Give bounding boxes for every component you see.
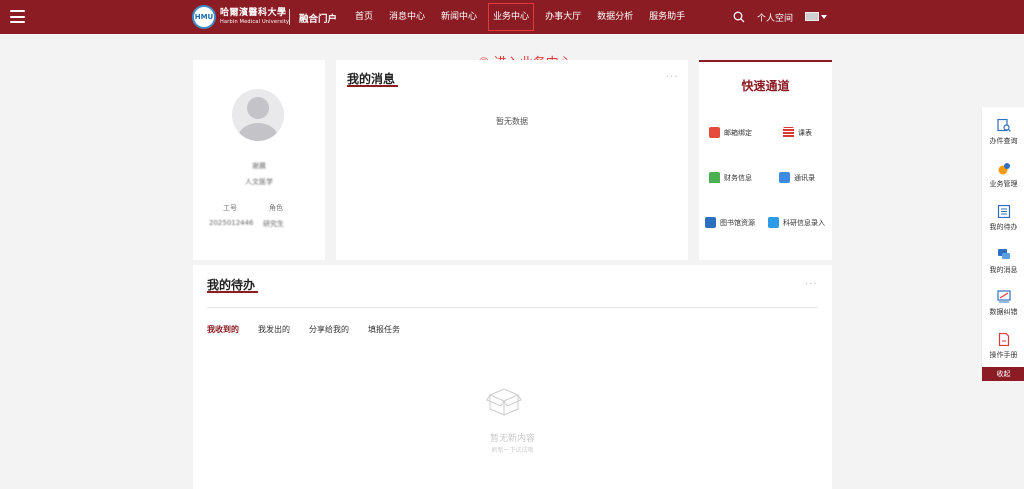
language-switcher[interactable] xyxy=(805,12,827,21)
chevron-down-icon xyxy=(821,14,827,19)
todo-tabs: 我收到的 我发出的 分享给我的 填报任务 xyxy=(207,324,419,335)
dock-item-my-todo[interactable]: 我的待办 xyxy=(982,205,1024,232)
empty-state-title: 暂无新内容 xyxy=(489,434,535,444)
nav-home[interactable]: 首页 xyxy=(347,0,381,34)
manual-icon xyxy=(998,333,1009,346)
title-underline xyxy=(347,85,398,87)
university-logo[interactable]: HMU 哈爾濱醫科大學 Harbin Medical University xyxy=(192,5,289,29)
business-management-icon xyxy=(998,163,1010,175)
more-icon[interactable]: ··· xyxy=(805,279,818,290)
role-label: 角色 xyxy=(269,204,283,212)
hamburger-menu-icon[interactable] xyxy=(10,10,25,23)
dock-item-my-messages[interactable]: 我的消息 xyxy=(982,248,1024,275)
profile-card: 谢晨 人文医学 工号 角色 2025012446 研究生 xyxy=(193,60,325,260)
empty-state-hint: 刷新一下试试哦 xyxy=(491,447,534,454)
library-icon xyxy=(705,217,716,228)
finance-icon xyxy=(709,172,720,183)
tab-shared-with-me[interactable]: 分享给我的 xyxy=(309,324,349,335)
nav-service-assistant[interactable]: 服务助手 xyxy=(641,0,693,34)
portal-title: 融合门户 xyxy=(299,14,338,25)
quick-access-title: 快速通道 xyxy=(741,79,790,93)
quick-item-library[interactable]: 图书馆资源 xyxy=(705,217,755,228)
section-divider xyxy=(207,307,818,308)
user-name: 谢晨 xyxy=(252,162,266,170)
tab-received[interactable]: 我收到的 xyxy=(207,324,239,335)
tab-sent[interactable]: 我发出的 xyxy=(258,324,290,335)
staff-id-value: 2025012446 xyxy=(209,219,254,227)
quick-item-finance[interactable]: 财务信息 xyxy=(709,172,752,183)
calendar-icon xyxy=(768,217,779,228)
search-icon[interactable] xyxy=(733,11,745,23)
dock-item-data-correction[interactable]: 数据纠错 xyxy=(982,290,1024,317)
avatar[interactable] xyxy=(232,89,284,141)
right-side-dock: 办件查询 业务管理 我的待办 我的消息 数据纠错 操作手册 收起 xyxy=(981,107,1024,381)
nav-service-hall[interactable]: 办事大厅 xyxy=(537,0,589,34)
contacts-icon xyxy=(779,172,790,183)
flag-icon xyxy=(805,12,819,21)
edit-data-icon xyxy=(996,290,1011,303)
quick-item-timetable[interactable]: 课表 xyxy=(783,127,812,138)
user-department: 人文医学 xyxy=(245,178,273,186)
nav-business-center[interactable]: 业务中心 xyxy=(485,0,537,34)
my-todo-card: 我的待办 ··· 我收到的 我发出的 分享给我的 填报任务 暂无新内容 刷新一下… xyxy=(193,265,832,489)
nav-message-center[interactable]: 消息中心 xyxy=(381,0,433,34)
tab-report-tasks[interactable]: 填报任务 xyxy=(368,324,400,335)
empty-state-text: 暂无数据 xyxy=(496,117,528,126)
timetable-icon xyxy=(783,127,794,138)
logo-english-name: Harbin Medical University xyxy=(220,19,290,25)
logo-chinese-name: 哈爾濱醫科大學 xyxy=(220,8,287,18)
chat-icon xyxy=(997,249,1010,259)
logo-emblem: HMU xyxy=(192,5,216,29)
title-underline xyxy=(207,291,258,293)
mailbox-icon xyxy=(709,127,720,138)
role-value: 研究生 xyxy=(263,220,284,228)
dock-item-business-management[interactable]: 业务管理 xyxy=(982,162,1024,189)
quick-access-card: 快速通道 邮箱绑定 课表 财务信息 通讯录 图书馆资源 科研信息录入 xyxy=(699,60,832,260)
main-nav: 首页 消息中心 新闻中心 业务中心 办事大厅 数据分析 服务助手 xyxy=(347,0,693,34)
document-search-icon xyxy=(996,119,1011,132)
personal-space-link[interactable]: 个人空间 xyxy=(757,11,793,24)
more-icon[interactable]: ··· xyxy=(666,72,679,83)
quick-item-contacts[interactable]: 通讯录 xyxy=(779,172,815,183)
empty-box-icon xyxy=(486,388,522,416)
nav-news-center[interactable]: 新闻中心 xyxy=(433,0,485,34)
quick-item-mailbox[interactable]: 邮箱绑定 xyxy=(709,127,752,138)
my-messages-card: 我的消息 ··· 暂无数据 xyxy=(336,60,688,260)
dock-item-document-search[interactable]: 办件查询 xyxy=(982,119,1024,146)
dock-item-manual[interactable]: 操作手册 xyxy=(982,333,1024,360)
todo-list-icon xyxy=(997,205,1010,218)
collapse-button[interactable]: 收起 xyxy=(982,367,1024,381)
logo-divider xyxy=(289,9,290,25)
quick-item-research-entry[interactable]: 科研信息录入 xyxy=(768,217,825,228)
nav-data-analysis[interactable]: 数据分析 xyxy=(589,0,641,34)
top-navigation-bar: HMU 哈爾濱醫科大學 Harbin Medical University 融合… xyxy=(0,0,1024,34)
staff-id-label: 工号 xyxy=(223,204,237,212)
